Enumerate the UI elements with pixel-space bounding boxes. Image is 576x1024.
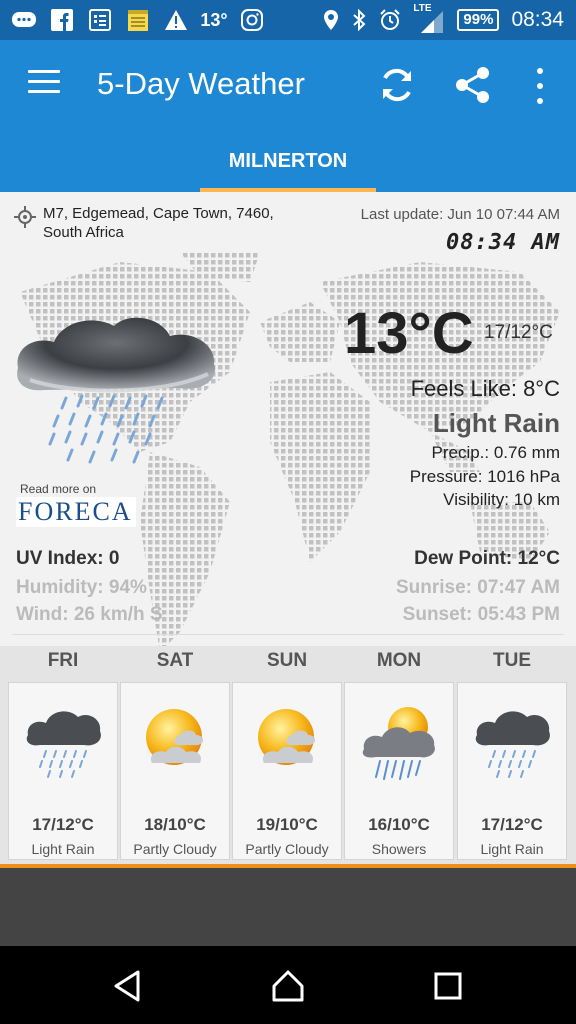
alarm-icon xyxy=(380,9,401,30)
app-bar: 5-Day Weather xyxy=(0,40,576,132)
forecast-day-label: SUN xyxy=(266,650,308,671)
accent-bar xyxy=(0,864,576,868)
visibility: Visibility: 10 km xyxy=(443,490,560,509)
facebook-icon xyxy=(48,8,76,32)
read-more-label: Read more on xyxy=(20,482,97,496)
forecast-card-tue[interactable]: 17/12°C Light Rain xyxy=(457,682,567,860)
light-rain-icon xyxy=(475,711,550,778)
current-weather-panel: M7, Edgemead, Cape Town, 7460, South Afr… xyxy=(0,192,576,868)
pressure: Pressure: 1016 hPa xyxy=(409,467,560,486)
current-temperature: 13°C xyxy=(344,301,474,366)
app-title: 5-Day Weather xyxy=(97,66,305,101)
partly-cloudy-icon xyxy=(258,709,316,765)
tab-milnerton[interactable]: MILNERTON xyxy=(200,132,376,192)
wind: Wind: 26 km/h S xyxy=(16,604,163,625)
warning-icon xyxy=(162,8,190,32)
uv-index: UV Index: 0 xyxy=(16,548,120,569)
news-icon xyxy=(86,8,114,32)
bluetooth-icon xyxy=(353,9,366,31)
forecast-temp: 16/10°C xyxy=(368,815,430,834)
forecast-card-sat[interactable]: 18/10°C Partly Cloudy xyxy=(120,682,230,860)
forecast-temp: 19/10°C xyxy=(256,815,318,834)
status-clock: 08:34 xyxy=(511,8,564,31)
light-rain-icon xyxy=(26,711,101,778)
forecast-temp: 18/10°C xyxy=(144,815,206,834)
more-icon[interactable] xyxy=(530,68,550,104)
dew-point: Dew Point: 12°C xyxy=(414,548,560,569)
forecast-temp: 17/12°C xyxy=(481,815,543,834)
digital-clock: 08:34 AM xyxy=(446,230,560,255)
divider xyxy=(12,634,564,635)
forecast-day-label: SAT xyxy=(156,650,194,671)
sunset: Sunset: 05:43 PM xyxy=(402,604,560,625)
forecast-condition: Light Rain xyxy=(480,841,544,857)
precipitation: Precip.: 0.76 mm xyxy=(431,443,561,462)
forecast-condition: Showers xyxy=(371,841,427,857)
back-icon[interactable] xyxy=(106,964,150,1008)
menu-icon[interactable] xyxy=(28,70,60,100)
location-icon xyxy=(14,206,36,228)
forecast-day-label: TUE xyxy=(493,650,531,671)
battery-indicator: 99% xyxy=(457,9,500,31)
instagram-icon xyxy=(238,8,266,32)
share-icon[interactable] xyxy=(452,64,494,106)
sunrise: Sunrise: 07:47 AM xyxy=(395,577,560,598)
forecast-strip: FRI SAT SUN MON TUE 17/12°C Light Rain 1… xyxy=(0,646,576,868)
navigation-bar xyxy=(0,946,576,1024)
light-rain-icon xyxy=(17,317,216,464)
signal-icon: LTE xyxy=(413,3,445,33)
tab-bar: MILNERTON xyxy=(0,132,576,192)
forecast-card-fri[interactable]: 17/12°C Light Rain xyxy=(8,682,118,860)
refresh-icon[interactable] xyxy=(376,64,418,106)
last-update: Last update: Jun 10 07:44 AM xyxy=(360,206,560,223)
humidity: Humidity: 94% xyxy=(16,577,147,598)
feels-like: Feels Like: 8°C xyxy=(410,376,560,401)
partly-cloudy-icon xyxy=(146,709,204,765)
temperature-range: 17/12°C xyxy=(484,322,553,343)
location-address: M7, Edgemead, Cape Town, 7460, South Afr… xyxy=(43,205,274,241)
forecast-card-sun[interactable]: 19/10°C Partly Cloudy xyxy=(232,682,342,860)
notes-icon xyxy=(124,8,152,32)
current-condition: Light Rain xyxy=(432,408,560,438)
forecast-condition: Partly Cloudy xyxy=(133,841,217,857)
home-icon[interactable] xyxy=(266,964,310,1008)
forecast-day-label: FRI xyxy=(47,650,79,671)
location-icon xyxy=(324,10,339,30)
forecast-temp: 17/12°C xyxy=(32,815,94,834)
recents-icon[interactable] xyxy=(426,964,470,1008)
status-bar: 13° LTE 99% 08:34 xyxy=(0,0,576,40)
showers-icon xyxy=(362,707,435,780)
forecast-day-label: MON xyxy=(376,650,422,671)
forecast-condition: Light Rain xyxy=(31,841,95,857)
foreca-link[interactable]: FORECA xyxy=(16,497,136,527)
temperature-icon: 13° xyxy=(200,9,228,30)
forecast-condition: Partly Cloudy xyxy=(245,841,329,857)
message-icon xyxy=(10,8,38,32)
forecast-card-mon[interactable]: 16/10°C Showers xyxy=(344,682,454,860)
